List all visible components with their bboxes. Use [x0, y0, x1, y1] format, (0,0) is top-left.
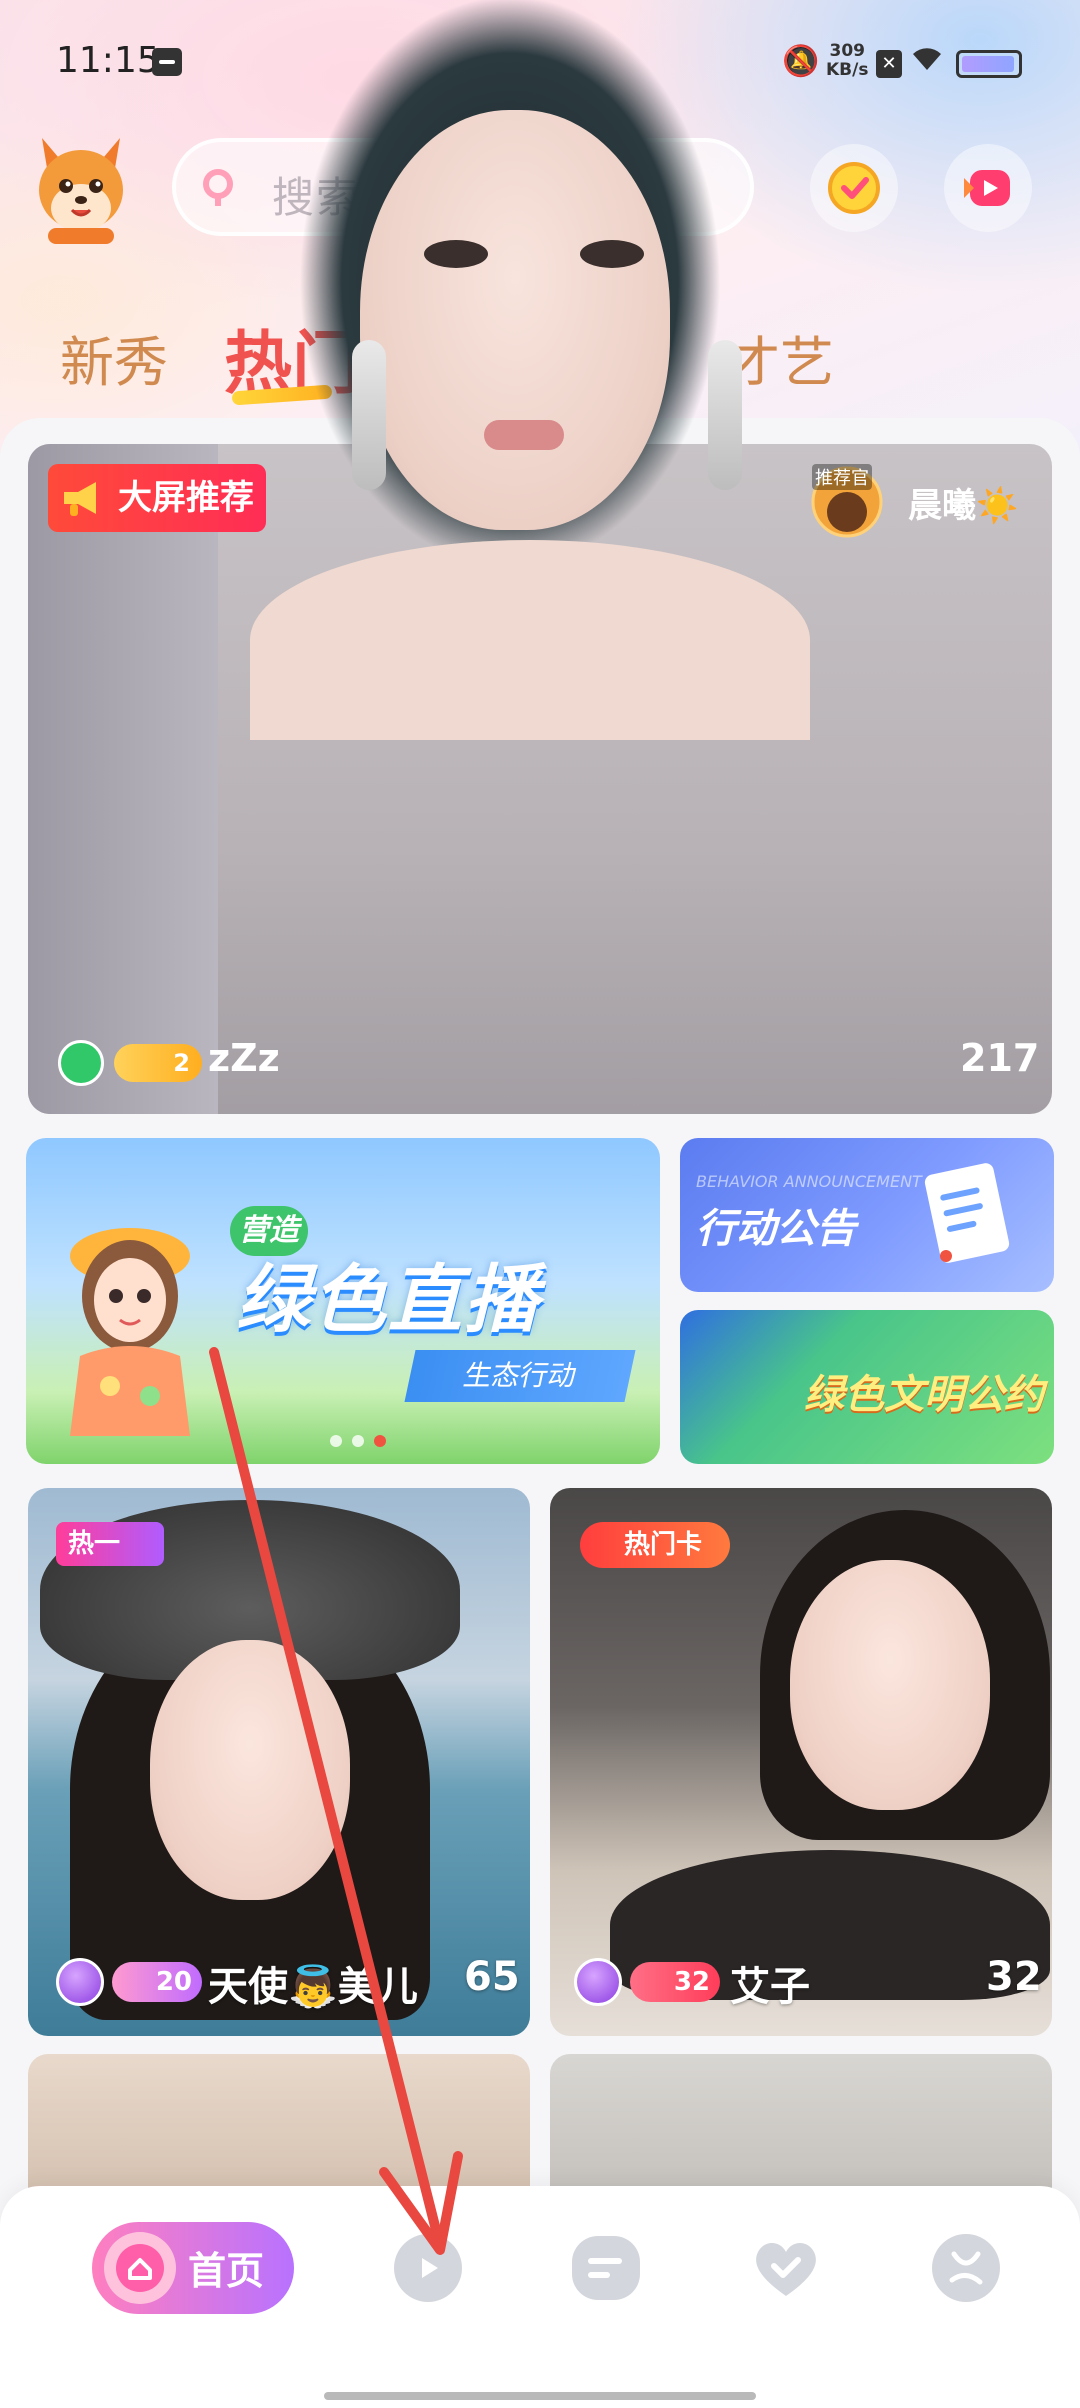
network-speed-unit: KB/s: [826, 60, 869, 80]
home-indicator: [324, 2392, 756, 2400]
viewer-count: 65: [464, 1954, 520, 2000]
banner-character-illustration: [40, 1196, 220, 1436]
heart-check-icon: [756, 2243, 816, 2296]
sim-off-icon: ✕: [876, 50, 902, 78]
status-time: 11:15: [56, 40, 160, 81]
announcement-english: BEHAVIOR ANNOUNCEMENT: [696, 1172, 922, 1191]
level-badge: 20: [112, 1962, 202, 2002]
convention-title: 绿色文明公约: [804, 1372, 1044, 1418]
network-speed: 309 KB/s: [826, 42, 868, 80]
mascot-avatar[interactable]: [34, 128, 128, 246]
viewer-count: 32: [986, 1954, 1042, 2000]
megaphone-icon: [58, 474, 106, 522]
home-icon: [100, 2228, 180, 2308]
wifi-icon: [910, 44, 944, 80]
streamer-name: zZz: [208, 1036, 280, 1080]
task-checkin-button[interactable]: [810, 144, 898, 232]
tab-newcomer[interactable]: 新秀: [60, 318, 168, 397]
fan-heart-icon: [58, 1040, 104, 1086]
nav-profile-button[interactable]: [930, 2232, 1002, 2304]
banner-title: 绿色直播: [236, 1257, 540, 1343]
profile-icon: [932, 2234, 1000, 2302]
nav-follow-button[interactable]: [750, 2232, 822, 2304]
nav-messages-button[interactable]: [570, 2232, 642, 2304]
discover-icon: [394, 2234, 462, 2302]
hot-card-badge: 热门卡: [580, 1522, 730, 1568]
document-icon: [910, 1156, 1020, 1276]
fan-heart-icon: [56, 1958, 104, 2006]
fan-heart-icon: [574, 1958, 622, 2006]
level-badge: 32: [630, 1962, 720, 2002]
recommender-label: 推荐官: [812, 464, 872, 490]
video-camera-icon: [964, 170, 1010, 206]
hot-rank-badge: 热一: [56, 1522, 164, 1566]
recommender-name: 晨曦☀️: [908, 486, 1019, 526]
battery-icon: [956, 50, 1022, 78]
viewer-count: 217: [960, 1036, 1040, 1080]
announcement-title: 行动公告: [696, 1206, 856, 1252]
start-live-button[interactable]: [944, 144, 1032, 232]
network-speed-value: 309: [829, 41, 865, 61]
streamer-name: 艾子: [730, 1964, 810, 2010]
message-notification-icon: [152, 48, 182, 76]
level-badge: 2: [114, 1044, 202, 1082]
banner-pagination: [330, 1432, 396, 1451]
streamer-name: 天使👼美儿: [208, 1964, 418, 2010]
banner-subtitle: 生态行动: [404, 1350, 636, 1402]
message-icon: [572, 2236, 640, 2300]
nav-home-label: 首页: [188, 2249, 265, 2293]
nav-discover-button[interactable]: [392, 2232, 464, 2304]
checkin-icon: [828, 162, 880, 214]
